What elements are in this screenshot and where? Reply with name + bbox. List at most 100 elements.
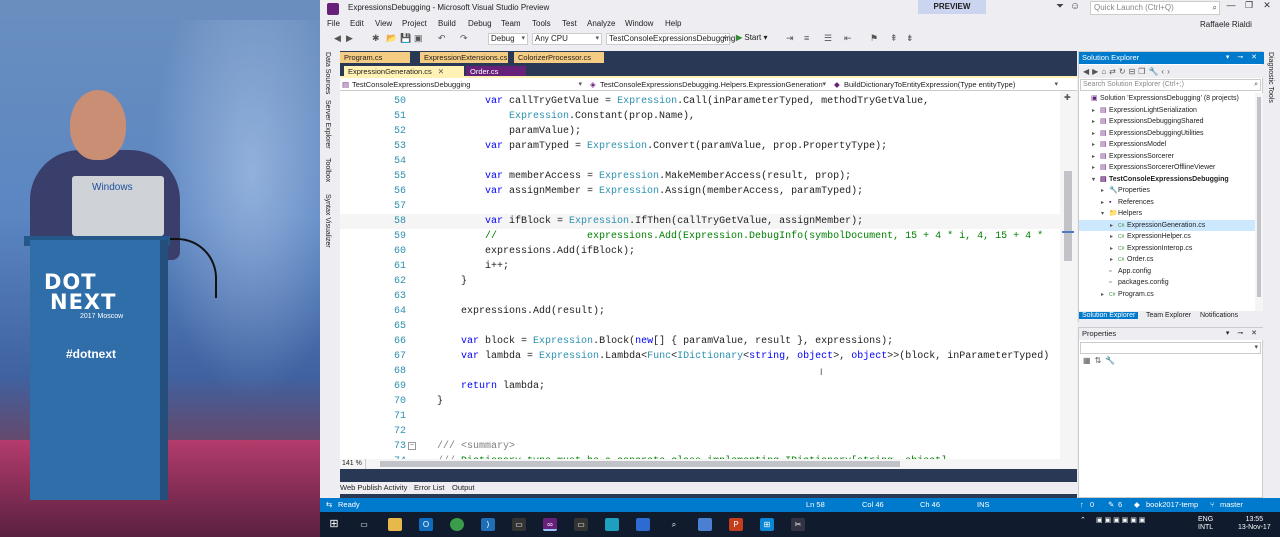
chrome-icon[interactable] — [450, 518, 464, 531]
tree-node[interactable]: ▸ ▤ ExpressionsSorcerer — [1079, 151, 1255, 163]
tab-solution-explorer[interactable]: Solution Explorer — [1079, 312, 1139, 319]
code-line[interactable]: 68 — [340, 364, 1060, 379]
collapse-all-icon[interactable]: ⊟ — [1129, 67, 1139, 76]
startup-project-select[interactable]: TestConsoleExpressionsDebugging ▾ — [606, 33, 735, 45]
code-line[interactable]: 63 — [340, 289, 1060, 304]
tray-apps-icon[interactable]: ▣ ▣ ▣ ▣ ▣ ▣ — [1096, 516, 1145, 524]
tree-node[interactable]: ▫ packages.config — [1079, 277, 1255, 289]
windows-start-icon[interactable]: ⊞ — [327, 518, 341, 531]
quick-launch-input[interactable]: Quick Launch (Ctrl+Q) ⌕ — [1090, 1, 1220, 15]
menu-test[interactable]: Test — [562, 19, 577, 28]
clock[interactable]: 13:55 13-Nov-17 — [1238, 516, 1271, 532]
code-line[interactable]: 64 expressions.Add(result); — [340, 304, 1060, 319]
server-explorer-tab[interactable]: Server Explorer — [324, 100, 331, 149]
open-icon[interactable]: 📂 — [386, 33, 397, 44]
tree-node[interactable]: ▸ C# Order.cs — [1079, 254, 1255, 266]
tree-node[interactable]: ▸ ▤ ExpressionsDebuggingUtilities — [1079, 128, 1255, 140]
collapse-icon[interactable]: − — [408, 442, 416, 450]
properties-object-select[interactable]: ▾ — [1080, 342, 1261, 354]
step-icon[interactable]: ⇥ — [786, 33, 794, 44]
code-line[interactable]: 67 var lambda = Expression.Lambda<Func<I… — [340, 349, 1060, 364]
console-icon[interactable]: ▭ — [574, 518, 588, 531]
code-line[interactable]: 60 expressions.Add(ifBlock); — [340, 244, 1060, 259]
pin-icon[interactable]: ▾ ⊸ ✕ — [1226, 52, 1260, 64]
code-line[interactable]: 70} — [340, 394, 1060, 409]
code-line[interactable]: 51 Expression.Constant(prop.Name), — [340, 109, 1060, 124]
code-line[interactable]: 66 var block = Expression.Block(new[] { … — [340, 334, 1060, 349]
powerpoint-icon[interactable]: P — [729, 518, 743, 531]
undo-icon[interactable]: ↶ — [438, 33, 446, 44]
editor-vertical-scrollbar[interactable]: ✚ — [1060, 91, 1077, 459]
tab-colorizer-processor-cs[interactable]: ColorizerProcessor.cs — [514, 52, 604, 63]
zoom-level[interactable]: 141 % — [340, 459, 366, 469]
platform-select[interactable]: Any CPU ▾ — [532, 33, 602, 45]
data-sources-tab[interactable]: Data Sources — [324, 52, 331, 94]
input-language[interactable]: ENG INTL — [1198, 516, 1213, 532]
signed-in-user[interactable]: Raffaele Rialdi — [1200, 20, 1252, 29]
code-line[interactable]: 50 var callTryGetValue = Expression.Call… — [340, 94, 1060, 109]
tree-node[interactable]: ▫ App.config — [1079, 266, 1255, 278]
save-icon[interactable]: 💾 — [400, 33, 411, 44]
tree-node[interactable]: ▸ C# ExpressionGeneration.cs — [1079, 219, 1255, 231]
code-line[interactable]: 58 var ifBlock = Expression.IfThen(callT… — [340, 214, 1060, 229]
split-icon[interactable]: ✚ — [1064, 93, 1071, 102]
code-line[interactable]: 56 var assignMember = Expression.Assign(… — [340, 184, 1060, 199]
tab-program-cs[interactable]: Program.cs — [340, 52, 410, 63]
feedback-icon[interactable]: ☺ — [1070, 1, 1080, 12]
home-icon[interactable]: ⌂ — [1101, 67, 1109, 76]
menu-project[interactable]: Project — [402, 19, 427, 28]
code-line[interactable]: 59 // expressions.Add(Expression.DebugIn… — [340, 229, 1060, 244]
tab-output[interactable]: Output — [452, 483, 475, 492]
bookmark-icon[interactable]: ⚑ — [870, 33, 878, 44]
menu-view[interactable]: View — [375, 19, 392, 28]
branch-icon[interactable]: ⑂ — [1210, 500, 1215, 509]
horizontal-scroll-thumb[interactable] — [380, 461, 900, 467]
tree-node[interactable]: ▸ 🔧Properties — [1079, 185, 1255, 197]
publish-up-icon[interactable]: ↑ — [1080, 500, 1084, 509]
unpublished-count[interactable]: 0 — [1090, 500, 1094, 509]
pending-changes-count[interactable]: 6 — [1118, 500, 1122, 509]
branch-name[interactable]: master — [1220, 500, 1243, 509]
tree-node[interactable]: ▸ C# ExpressionHelper.cs — [1079, 231, 1255, 243]
categorized-icon[interactable]: ▦ — [1083, 356, 1095, 365]
tree-node[interactable]: ▸ C# Program.cs — [1079, 289, 1255, 301]
file-explorer-icon[interactable] — [388, 518, 402, 531]
bookmark-next-icon[interactable]: ⇟ — [906, 33, 914, 44]
pending-changes-icon[interactable]: ✎ — [1108, 500, 1114, 509]
code-line[interactable]: 71 — [340, 409, 1060, 424]
menu-analyze[interactable]: Analyze — [587, 19, 615, 28]
syntax-visualizer-tab[interactable]: Syntax Visualizer — [324, 194, 331, 248]
refresh-icon[interactable]: ↻ — [1119, 67, 1129, 76]
scroll-thumb[interactable] — [1064, 171, 1072, 261]
tree-node[interactable]: ▾ 📁Helpers — [1079, 208, 1255, 220]
property-pages-icon[interactable]: 🔧 — [1105, 356, 1119, 365]
menu-tools[interactable]: Tools — [532, 19, 551, 28]
terminal-icon[interactable]: ▭ — [512, 518, 526, 531]
redo-icon[interactable]: ↷ — [460, 33, 468, 44]
maximize-button[interactable]: ❐ — [1240, 0, 1258, 11]
type-dropdown[interactable]: ◈ TestConsoleExpressionsDebugging.Helpers… — [588, 79, 828, 90]
tree-node[interactable]: ▸ ▤ ExpressionsDebuggingShared — [1079, 116, 1255, 128]
forward-icon[interactable]: ▶ — [346, 33, 353, 44]
show-all-icon[interactable]: ❐ — [1138, 67, 1148, 76]
code-line[interactable]: 72 — [340, 424, 1060, 439]
task-view-icon[interactable]: ▭ — [357, 518, 371, 531]
code-line[interactable]: 73− /// <summary> — [340, 439, 1060, 454]
minimize-button[interactable]: — — [1222, 0, 1240, 10]
vscode-icon[interactable]: ⟩ — [481, 518, 495, 531]
menu-help[interactable]: Help — [665, 19, 681, 28]
code-line[interactable]: 52 paramValue); — [340, 124, 1060, 139]
menu-build[interactable]: Build — [438, 19, 456, 28]
code-line[interactable]: 55 var memberAccess = Expression.MakeMem… — [340, 169, 1060, 184]
tab-error-list[interactable]: Error List — [414, 483, 444, 492]
member-dropdown[interactable]: ◆ BuildDictionaryToEntityExpression(Type … — [832, 79, 1060, 90]
expander-icon[interactable]: ▸ — [1101, 290, 1109, 302]
scroll-thumb[interactable] — [1257, 97, 1261, 297]
tab-web-publish-activity[interactable]: Web Publish Activity — [340, 483, 407, 492]
solution-explorer-search[interactable]: Search Solution Explorer (Ctrl+;) ⌕ — [1080, 79, 1261, 91]
start-button[interactable]: ▶ Start ▾ — [736, 33, 768, 42]
code-editor[interactable]: 50 var callTryGetValue = Expression.Call… — [340, 91, 1077, 469]
remote-desktop-icon[interactable] — [636, 518, 650, 531]
app-icon[interactable] — [698, 518, 712, 531]
tree-node[interactable]: ▾ ▤ TestConsoleExpressionsDebugging — [1079, 174, 1255, 186]
